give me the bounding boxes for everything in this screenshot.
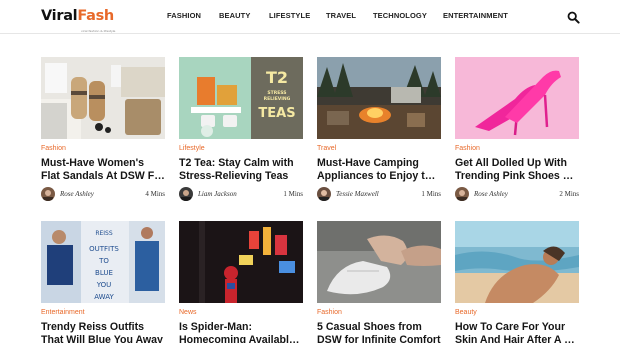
- article-title-line: Flat Sandals At DSW Fo...: [41, 170, 165, 182]
- article-meta: Rose Ashley 4 Mins: [41, 187, 165, 201]
- svg-text:RELIEVING: RELIEVING: [264, 96, 291, 102]
- nav-item-fashion[interactable]: FASHION: [167, 11, 201, 20]
- author-name[interactable]: Rose Ashley: [474, 190, 508, 198]
- article-title-line: Skin And Hair After A D...: [455, 334, 579, 343]
- article-category[interactable]: Travel: [317, 145, 336, 152]
- article-thumbnail[interactable]: T2 STRESS RELIEVING TEAS: [179, 57, 303, 139]
- nav-item-lifestyle[interactable]: LIFESTYLE: [269, 11, 310, 20]
- svg-text:T2: T2: [266, 68, 288, 87]
- article-category[interactable]: Fashion: [41, 145, 66, 152]
- article-title-line: Trendy Reiss Outfits: [41, 321, 145, 333]
- article-title-line: 5 Casual Shoes from: [317, 321, 422, 333]
- article-thumbnail[interactable]: [317, 221, 441, 303]
- nav-item-entertainment[interactable]: ENTERTAINMENT: [443, 11, 508, 20]
- article-title[interactable]: 5 Casual Shoes from DSW for Infinite Com…: [317, 321, 441, 343]
- site-header: ViralFash viral fashion & lifestyle FASH…: [0, 0, 620, 34]
- article-thumbnail[interactable]: [455, 57, 579, 139]
- avatar: [41, 187, 55, 201]
- article-meta: Liam Jackson 1 Mins: [179, 187, 303, 201]
- article-title[interactable]: Get All Dolled Up With Trending Pink Sho…: [455, 157, 579, 183]
- search-icon[interactable]: [567, 11, 580, 24]
- avatar: [317, 187, 331, 201]
- article-category[interactable]: Entertainment: [41, 309, 85, 316]
- article-title-line: Trending Pink Shoes at...: [455, 170, 579, 182]
- article-category[interactable]: Fashion: [317, 309, 342, 316]
- article-category[interactable]: Fashion: [455, 145, 480, 152]
- article-title-line: Is Spider-Man:: [179, 321, 252, 333]
- read-time: 4 Mins: [145, 190, 165, 198]
- article-title-line: That Will Blue You Away: [41, 334, 163, 343]
- logo-tagline: viral fashion & lifestyle: [81, 29, 116, 33]
- avatar: [179, 187, 193, 201]
- read-time: 2 Mins: [559, 190, 579, 198]
- article-category[interactable]: News: [179, 309, 197, 316]
- article-title[interactable]: T2 Tea: Stay Calm with Stress-Relieving …: [179, 157, 303, 183]
- article-title[interactable]: How To Care For Your Skin And Hair After…: [455, 321, 579, 343]
- nav-item-beauty[interactable]: BEAUTY: [219, 11, 250, 20]
- article-title-line: Stress-Relieving Teas: [179, 170, 289, 182]
- article-title-line: Get All Dolled Up With: [455, 157, 567, 169]
- svg-text:STRESS: STRESS: [267, 90, 286, 96]
- article-title-line: DSW for Infinite Comfort: [317, 334, 441, 343]
- article-title[interactable]: Must-Have Camping Appliances to Enjoy th…: [317, 157, 441, 183]
- svg-text:TEAS: TEAS: [258, 106, 295, 121]
- author-name[interactable]: Rose Ashley: [60, 190, 94, 198]
- article-thumbnail[interactable]: [41, 57, 165, 139]
- article-meta: Rose Ashley 2 Mins: [455, 187, 579, 201]
- article-category[interactable]: Beauty: [455, 309, 477, 316]
- article-title-line: Must-Have Camping: [317, 157, 419, 169]
- article-title-line: T2 Tea: Stay Calm with: [179, 157, 294, 169]
- author-name[interactable]: Liam Jackson: [198, 190, 237, 198]
- nav-item-travel[interactable]: TRAVEL: [326, 11, 356, 20]
- article-title[interactable]: Must-Have Women's Flat Sandals At DSW Fo…: [41, 157, 165, 183]
- author-name[interactable]: Tessie Maxwell: [336, 190, 379, 198]
- site-logo[interactable]: ViralFash viral fashion & lifestyle: [41, 7, 115, 33]
- svg-text:REISS: REISS: [95, 230, 113, 237]
- article-meta: Tessie Maxwell 1 Mins: [317, 187, 441, 201]
- article-thumbnail[interactable]: [455, 221, 579, 303]
- svg-text:YOU: YOU: [96, 281, 112, 289]
- article-title[interactable]: Trendy Reiss Outfits That Will Blue You …: [41, 321, 165, 343]
- read-time: 1 Mins: [421, 190, 441, 198]
- article-thumbnail[interactable]: REISS OUTFITS TO BLUE YOU AWAY: [41, 221, 165, 303]
- avatar: [455, 187, 469, 201]
- article-category[interactable]: Lifestyle: [179, 145, 205, 152]
- article-thumbnail[interactable]: [179, 221, 303, 303]
- article-title-line: Homecoming Available...: [179, 334, 303, 343]
- article-title-line: Appliances to Enjoy the...: [317, 170, 441, 182]
- read-time: 1 Mins: [283, 190, 303, 198]
- svg-text:TO: TO: [98, 257, 109, 265]
- svg-text:AWAY: AWAY: [94, 293, 114, 301]
- article-title-line: How To Care For Your: [455, 321, 566, 333]
- article-title[interactable]: Is Spider-Man: Homecoming Available...: [179, 321, 303, 343]
- article-title-line: Must-Have Women's: [41, 157, 144, 169]
- nav-item-technology[interactable]: TECHNOLOGY: [373, 11, 427, 20]
- logo-text-viral: Viral: [41, 8, 78, 24]
- svg-text:BLUE: BLUE: [95, 269, 113, 277]
- svg-text:OUTFITS: OUTFITS: [89, 245, 119, 253]
- article-thumbnail[interactable]: [317, 57, 441, 139]
